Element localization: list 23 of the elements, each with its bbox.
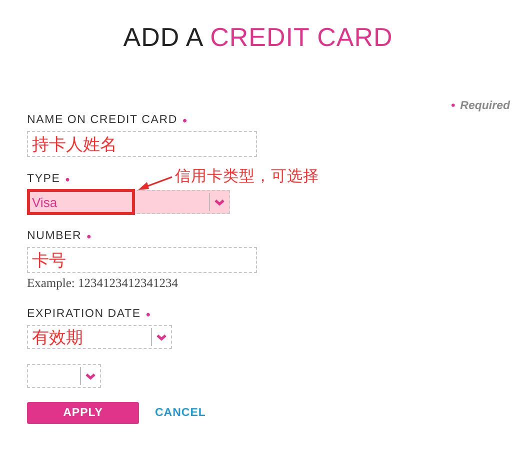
field-label: TYPE [27,173,60,185]
input-field[interactable]: 持卡人姓名 [27,131,257,157]
annotation-text: 信用卡类型，可选择 [175,167,319,187]
apply-button[interactable]: APPLY [27,402,139,424]
required-mark: • [146,306,152,322]
input-field[interactable]: 卡号 [27,247,257,273]
annotation-arrow [138,176,172,190]
field-label: EXPIRATION DATE [27,308,141,320]
required-note: Required [460,100,510,112]
caret-icon [156,334,167,340]
month-dropdown[interactable]: 有效期 [27,325,172,349]
caret-icon [214,198,225,206]
caret-icon [85,372,96,380]
page-title: ADD A CREDIT CARD [122,21,394,54]
field-label: NAME ON CREDIT CARD [27,114,178,126]
required-mark: • [86,228,92,244]
year-dropdown[interactable] [27,364,101,388]
cancel-link[interactable]: CANCEL [155,407,206,419]
example-hint: Example: 1234123412341234 [27,276,178,291]
required-mark: • [451,100,456,112]
required-mark: • [65,172,71,186]
required-mark: • [182,112,188,128]
field-label: NUMBER [27,230,82,242]
